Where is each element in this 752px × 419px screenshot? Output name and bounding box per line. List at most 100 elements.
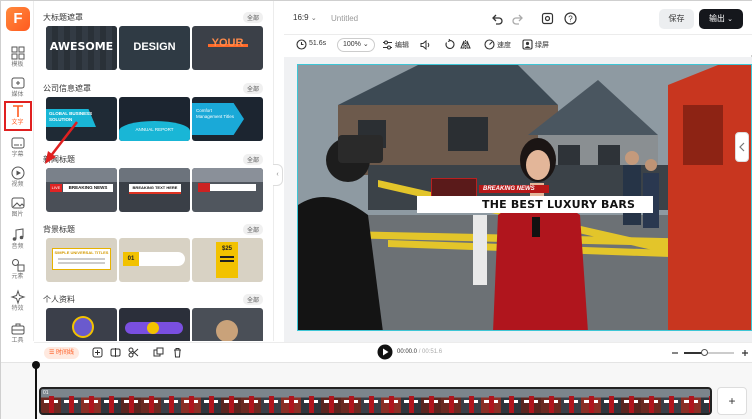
current-time: 00:00.0 bbox=[397, 349, 418, 355]
redo-icon[interactable] bbox=[512, 13, 524, 25]
side-panel-handle[interactable] bbox=[735, 132, 749, 162]
template-thumb[interactable]: LIVE BREAKING NEWS bbox=[46, 168, 117, 212]
see-all-button[interactable]: 全部 bbox=[242, 224, 263, 235]
collapse-panel-handle[interactable]: ‹ bbox=[273, 164, 283, 186]
video-canvas[interactable]: BREAKING NEWS THE BEST LUXURY BARS bbox=[297, 64, 752, 331]
toolbox-icon bbox=[11, 323, 24, 335]
rail-item-label: 视频 bbox=[11, 182, 24, 188]
clip-frame bbox=[221, 389, 241, 413]
playhead-handle[interactable] bbox=[32, 361, 40, 369]
playhead[interactable] bbox=[35, 363, 37, 419]
split-icon[interactable] bbox=[110, 347, 121, 358]
template-thumb[interactable]: SIMPLE UNIVERSAL TITLES bbox=[46, 238, 117, 282]
top-bar: 16:9 ⌄ Untitled ? 保存 输出 ⌄ bbox=[284, 1, 752, 35]
template-thumb[interactable]: Comfort Management Titles bbox=[192, 97, 263, 141]
clock-icon bbox=[296, 39, 307, 50]
timeline-track-area: 01 + bbox=[1, 361, 752, 419]
rail-item-5[interactable]: 图片 bbox=[1, 193, 34, 223]
app-logo[interactable]: F bbox=[6, 7, 30, 31]
play-button[interactable] bbox=[377, 344, 393, 360]
delete-icon[interactable] bbox=[172, 347, 183, 358]
total-time: 00:51.6 bbox=[422, 349, 443, 355]
template-thumb[interactable]: YOUR bbox=[192, 26, 263, 70]
template-thumb[interactable] bbox=[192, 168, 263, 212]
rotate-icon[interactable] bbox=[444, 39, 455, 50]
aspect-ratio-select[interactable]: 16:9 ⌄ bbox=[293, 13, 317, 22]
edit-sliders-icon bbox=[383, 40, 392, 50]
annotation-highlight-box bbox=[4, 101, 32, 131]
thumb-text: BREAKING TEXT HERE bbox=[129, 184, 181, 192]
zoom-in-icon[interactable] bbox=[740, 348, 750, 358]
template-thumb[interactable]: AWESOME bbox=[46, 26, 117, 70]
rail-item-4[interactable]: 视频 bbox=[1, 163, 34, 193]
template-thumb[interactable]: ANNUAL REPORT bbox=[119, 97, 190, 141]
timeline-controls: ☰ 时间线 00:00.0 / 00:51.6 bbox=[34, 342, 752, 362]
video-icon bbox=[11, 166, 24, 180]
template-thumb[interactable]: 01 bbox=[119, 238, 190, 282]
see-all-button[interactable]: 全部 bbox=[242, 294, 263, 305]
timeline-label: 时间线 bbox=[56, 350, 75, 356]
undo-icon[interactable] bbox=[491, 13, 503, 25]
duplicate-icon[interactable] bbox=[153, 347, 164, 358]
rail-item-9[interactable]: 工具 bbox=[1, 319, 34, 349]
clip-frame bbox=[121, 389, 141, 413]
clip-frame bbox=[601, 389, 621, 413]
timeline-zoom-slider[interactable] bbox=[684, 349, 734, 356]
clip-frame bbox=[301, 389, 321, 413]
screenshot-icon[interactable] bbox=[541, 12, 554, 25]
clip-frame bbox=[201, 389, 221, 413]
track-number: 01 bbox=[43, 390, 49, 396]
rail-item-label: 特效 bbox=[11, 306, 24, 312]
shapes-icon bbox=[11, 259, 24, 272]
chevron-left-icon bbox=[739, 142, 745, 152]
export-button[interactable]: 输出 ⌄ bbox=[699, 9, 743, 29]
speed-button[interactable]: 速度 bbox=[497, 40, 511, 50]
clip-frame bbox=[641, 389, 661, 413]
volume-icon[interactable] bbox=[420, 40, 431, 50]
template-thumb[interactable]: DESIGN bbox=[119, 26, 190, 70]
rail-item-8[interactable]: 特效 bbox=[1, 287, 34, 317]
video-clip[interactable]: 01 bbox=[39, 387, 712, 415]
overlay-tag: BREAKING NEWS bbox=[479, 185, 549, 193]
save-button[interactable]: 保存 bbox=[659, 9, 694, 29]
see-all-button[interactable]: 全部 bbox=[242, 83, 263, 94]
green-screen-button[interactable]: 绿屏 bbox=[535, 40, 549, 50]
thumb-text: YOUR bbox=[211, 37, 244, 49]
zoom-out-icon[interactable] bbox=[670, 348, 680, 358]
template-thumb[interactable] bbox=[46, 308, 117, 341]
duration-value[interactable]: 51.6s bbox=[309, 40, 326, 47]
thumb-text: AWESOME bbox=[49, 40, 114, 53]
rail-item-0[interactable]: 模板 bbox=[1, 43, 34, 73]
add-track-button[interactable]: + bbox=[717, 387, 747, 415]
edit-button[interactable]: 编辑 bbox=[395, 40, 409, 50]
lower-third-overlay[interactable]: BREAKING NEWS THE BEST LUXURY BARS bbox=[417, 178, 659, 216]
rail-item-6[interactable]: 音频 bbox=[1, 225, 34, 255]
see-all-button[interactable]: 全部 bbox=[242, 154, 263, 165]
clip-frame bbox=[701, 389, 710, 413]
clip-frame bbox=[241, 389, 261, 413]
timeline-toggle[interactable]: ☰ 时间线 bbox=[44, 347, 80, 359]
help-icon[interactable]: ? bbox=[564, 12, 577, 25]
scissors-icon[interactable] bbox=[128, 347, 139, 358]
flip-icon[interactable] bbox=[460, 39, 471, 50]
template-thumb[interactable]: $25 bbox=[192, 238, 263, 282]
clip-frame bbox=[441, 389, 461, 413]
rail-item-3[interactable]: 字幕 bbox=[1, 133, 34, 163]
section-title: 个人资料 bbox=[43, 295, 75, 304]
project-title[interactable]: Untitled bbox=[331, 14, 358, 23]
zoom-select[interactable]: 100% ⌄ bbox=[337, 38, 375, 52]
rail-item-1[interactable]: 媒体 bbox=[1, 73, 34, 103]
template-thumb[interactable] bbox=[192, 308, 263, 341]
clip-frame bbox=[681, 389, 701, 413]
see-all-button[interactable]: 全部 bbox=[242, 12, 263, 23]
clip-frame bbox=[661, 389, 681, 413]
add-clip-icon[interactable] bbox=[92, 347, 103, 358]
clip-frame bbox=[321, 389, 341, 413]
template-thumb[interactable]: BREAKING TEXT HERE bbox=[119, 168, 190, 212]
rail-item-7[interactable]: 元素 bbox=[1, 255, 34, 285]
template-thumb[interactable] bbox=[119, 308, 190, 341]
aspect-ratio-value: 16:9 bbox=[293, 13, 309, 22]
grid-icon bbox=[11, 46, 24, 60]
music-icon bbox=[12, 228, 23, 241]
section-title: 大标题遮罩 bbox=[43, 13, 83, 22]
